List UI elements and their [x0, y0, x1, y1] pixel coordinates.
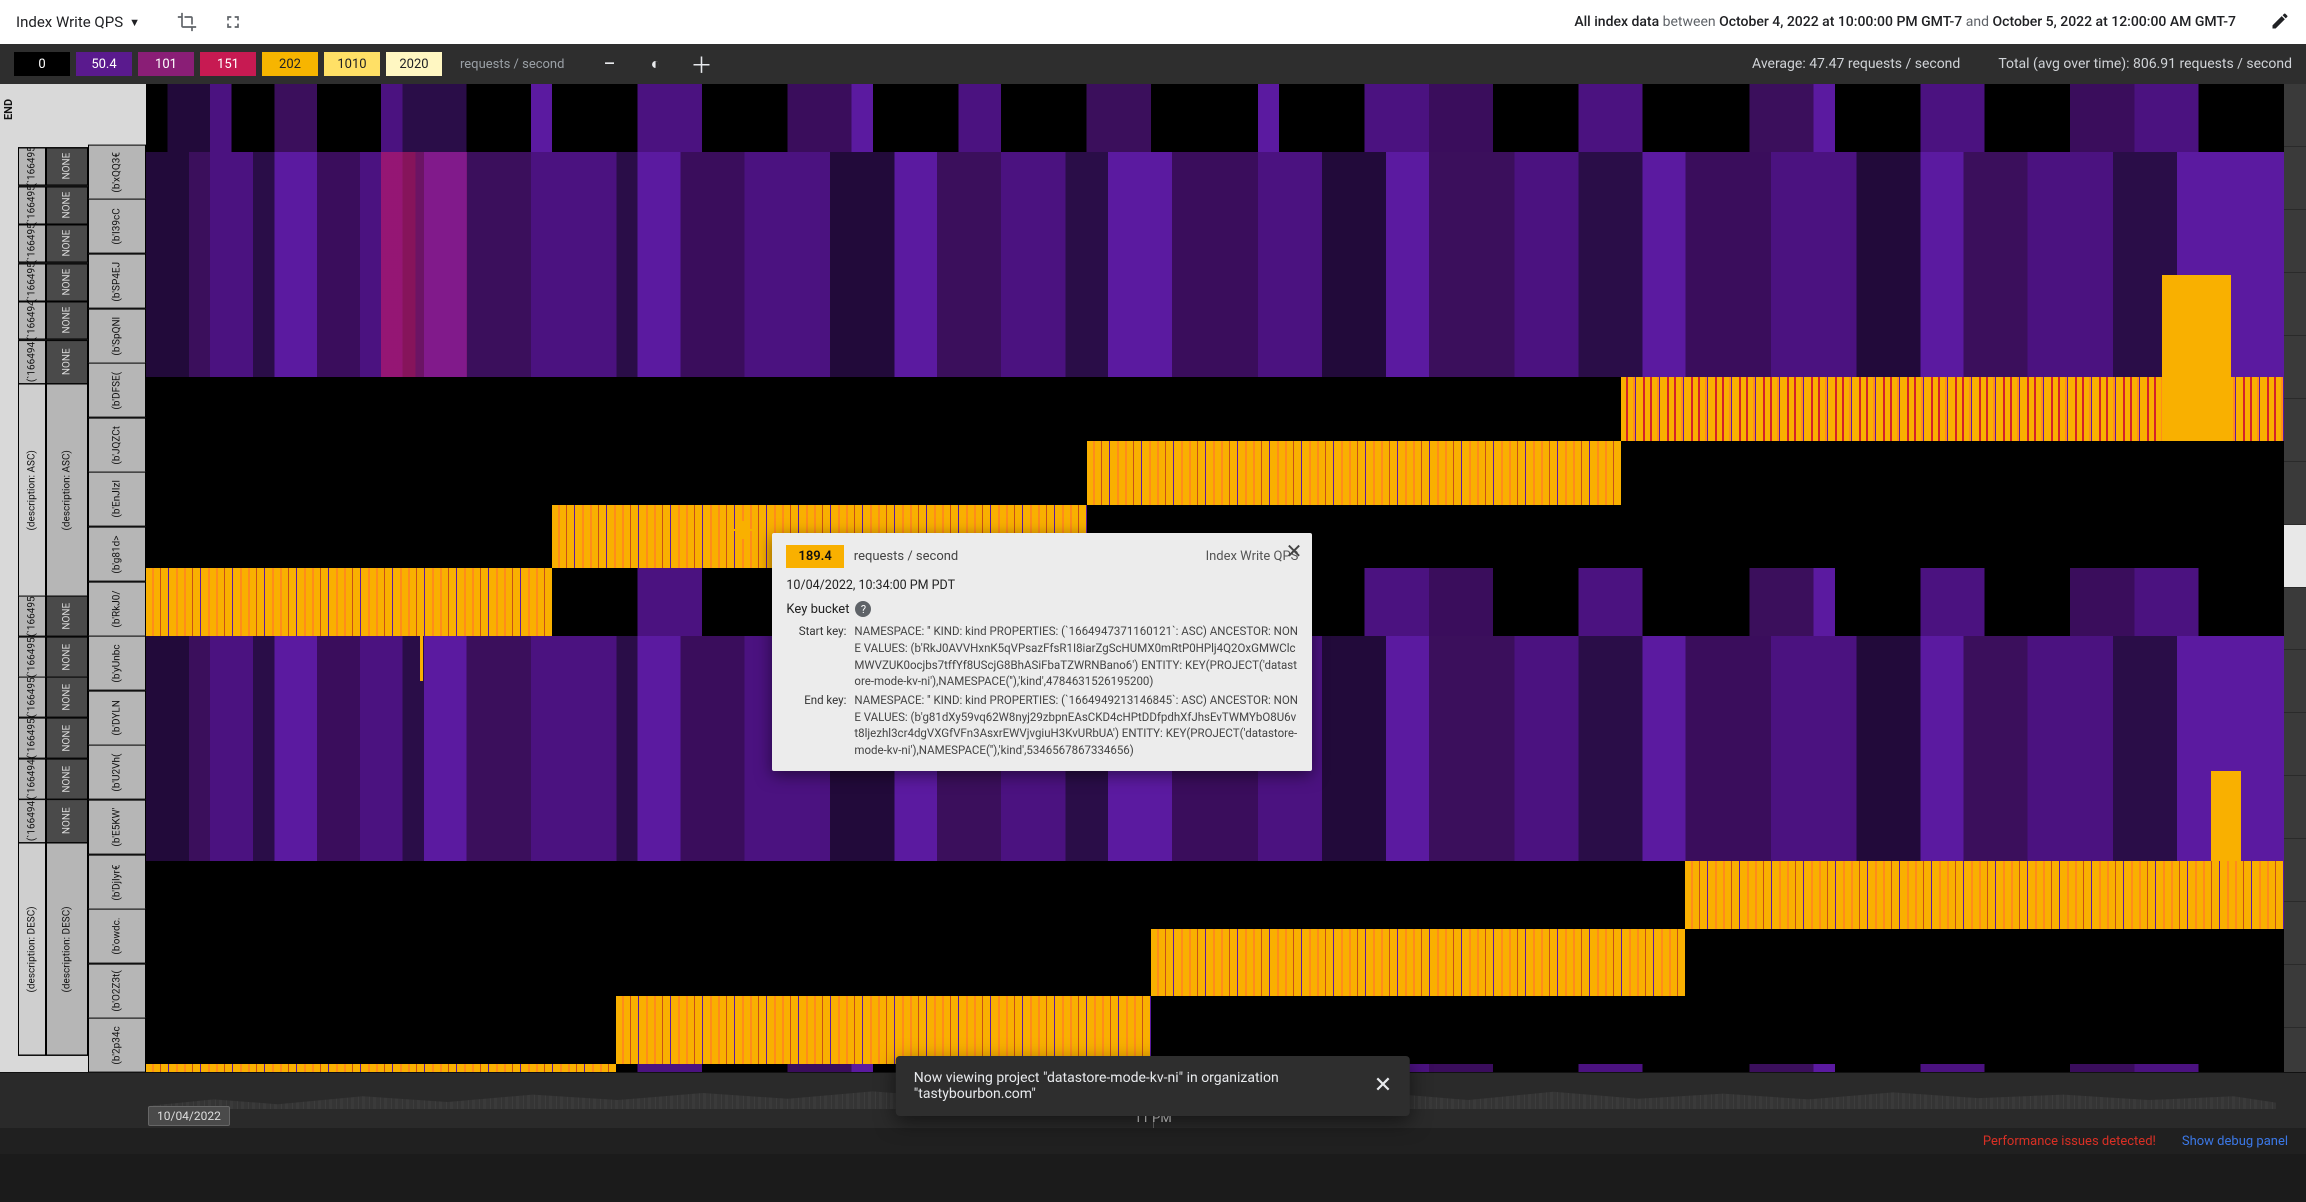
row-label[interactable]: (b'g81d>: [88, 527, 146, 582]
time-axis-date: 10/04/2022: [148, 1106, 230, 1126]
tooltip-startkey-label: Start key:: [786, 623, 846, 690]
row-label[interactable]: NONE: [46, 224, 88, 262]
row-label[interactable]: (`166494: [18, 340, 46, 384]
heatmap-body[interactable]: ✕ 189.4 requests / second Index Write QP…: [146, 84, 2306, 1154]
row-label[interactable]: (b'SP4EJ: [88, 254, 146, 309]
help-icon[interactable]: ?: [855, 601, 871, 617]
metric-selector[interactable]: Index Write QPS ▼: [16, 13, 140, 31]
caret-down-icon: ▼: [129, 16, 140, 29]
row-label[interactable]: (`166495: [18, 718, 46, 759]
legend-bar: 0 50.4 101 151 202 1010 2020 requests / …: [0, 44, 2306, 84]
row-label[interactable]: (b'O2Z3t(: [88, 964, 146, 1019]
close-icon[interactable]: ✕: [1286, 541, 1303, 561]
footer-bar: Performance issues detected! Show debug …: [0, 1128, 2306, 1154]
row-label[interactable]: (b'2p34c: [88, 1018, 146, 1073]
row-label[interactable]: (b'RkJ0/: [88, 582, 146, 637]
tooltip-timestamp: 10/04/2022, 10:34:00 PM PDT: [772, 574, 1312, 601]
stat-average: Average: 47.47 requests / second: [1752, 56, 1960, 72]
row-label[interactable]: (b'I39cC: [88, 199, 146, 254]
tooltip-qps-value: 189.4: [786, 545, 843, 568]
row-label[interactable]: NONE: [46, 340, 88, 384]
row-label[interactable]: (b'SpQNl: [88, 309, 146, 364]
tooltip-startkey-value: NAMESPACE: '' KIND: kind PROPERTIES: (`1…: [854, 623, 1298, 690]
row-label[interactable]: NONE: [46, 263, 88, 301]
row-label[interactable]: (`166495: [18, 186, 46, 224]
tooltip-panel: ✕ 189.4 requests / second Index Write QP…: [772, 533, 1312, 770]
row-label[interactable]: (b'DYLN: [88, 691, 146, 746]
tooltip-unit: requests / second: [854, 549, 958, 564]
contrast-icon[interactable]: ◐: [644, 53, 666, 75]
row-label[interactable]: (b'U2Vh(: [88, 745, 146, 800]
row-label[interactable]: NONE: [46, 799, 88, 843]
stat-total: Total (avg over time): 806.91 requests /…: [1998, 56, 2292, 72]
legend-bucket[interactable]: 101: [138, 52, 194, 76]
heatmap-minimap[interactable]: [2284, 84, 2306, 1154]
row-label[interactable]: (`166495: [18, 147, 46, 185]
row-group-label[interactable]: (description: ASC): [18, 384, 46, 597]
tooltip-endkey-label: End key:: [786, 692, 846, 759]
top-toolbar: [176, 11, 244, 33]
row-label[interactable]: (`166495: [18, 677, 46, 718]
row-label[interactable]: NONE: [46, 596, 88, 637]
legend-bucket[interactable]: 50.4: [76, 52, 132, 76]
tooltip-section-label: Key bucket: [786, 602, 849, 617]
row-label[interactable]: (description: ASC): [46, 384, 88, 597]
row-label[interactable]: (b'owdc.: [88, 909, 146, 964]
row-label[interactable]: NONE: [46, 718, 88, 759]
row-label[interactable]: NONE: [46, 186, 88, 224]
row-label[interactable]: (b'yUnbc: [88, 636, 146, 691]
fullscreen-icon[interactable]: [222, 11, 244, 33]
y-axis: END kind: [0, 84, 18, 1154]
legend-bucket[interactable]: 2020: [386, 52, 442, 76]
row-label[interactable]: (b'xQQ3€: [88, 145, 146, 200]
metric-title: Index Write QPS: [16, 13, 123, 31]
legend-bucket[interactable]: 151: [200, 52, 256, 76]
legend-unit: requests / second: [460, 57, 564, 72]
tooltip-title: Index Write QPS: [1206, 549, 1299, 564]
row-label[interactable]: NONE: [46, 637, 88, 678]
close-icon[interactable]: ✕: [1374, 1075, 1392, 1097]
row-label[interactable]: (b'JQZCt: [88, 418, 146, 473]
legend-bucket[interactable]: 1010: [324, 52, 380, 76]
y-axis-top-label: END: [2, 99, 15, 120]
zoom-out-icon[interactable]: −: [598, 53, 620, 75]
row-labels-col-1: (`166495(`166495(`166495(`166495(`166494…: [18, 84, 46, 1154]
heatmap-area: END kind (`166495(`166495(`166495(`16649…: [0, 84, 2306, 1154]
crop-icon[interactable]: [176, 11, 198, 33]
zoom-in-icon[interactable]: ＋: [690, 53, 712, 75]
date-range-display: All index data between October 4, 2022 a…: [1574, 14, 2236, 30]
row-label[interactable]: (`166495: [18, 263, 46, 301]
row-label[interactable]: (b'EnJIzl: [88, 472, 146, 527]
row-group-label[interactable]: (description: DESC): [18, 843, 46, 1056]
row-label[interactable]: (`166495: [18, 596, 46, 637]
row-label[interactable]: NONE: [46, 147, 88, 185]
debug-panel-link[interactable]: Show debug panel: [2182, 1134, 2288, 1149]
row-label[interactable]: NONE: [46, 759, 88, 800]
row-label[interactable]: NONE: [46, 301, 88, 339]
edit-icon[interactable]: [2270, 11, 2290, 34]
row-label[interactable]: (b'DFSE(: [88, 363, 146, 418]
row-label[interactable]: (b'DjIyr€: [88, 855, 146, 910]
row-label[interactable]: (description: DESC): [46, 843, 88, 1056]
row-label[interactable]: (`166494: [18, 301, 46, 339]
row-labels-col-3: (b'xQQ3€(b'I39cC(b'SP4EJ(b'SpQNl(b'DFSE(…: [88, 84, 146, 1154]
row-label[interactable]: NONE: [46, 677, 88, 718]
toast-text: Now viewing project "datastore-mode-kv-n…: [914, 1070, 1334, 1102]
legend-bucket[interactable]: 202: [262, 52, 318, 76]
row-labels-col-2: NONENONENONENONENONENONE(description: AS…: [46, 84, 88, 1154]
legend-bucket[interactable]: 0: [14, 52, 70, 76]
top-bar: Index Write QPS ▼ All index data between…: [0, 0, 2306, 44]
row-label[interactable]: (`166495: [18, 637, 46, 678]
row-label[interactable]: (b'E5KW': [88, 800, 146, 855]
row-label[interactable]: (`166494: [18, 759, 46, 800]
toast-notification: Now viewing project "datastore-mode-kv-n…: [896, 1056, 1410, 1116]
row-label[interactable]: (`166494: [18, 799, 46, 843]
perf-warning[interactable]: Performance issues detected!: [1983, 1134, 2156, 1149]
row-label[interactable]: (`166495: [18, 224, 46, 262]
tooltip-endkey-value: NAMESPACE: '' KIND: kind PROPERTIES: (`1…: [854, 692, 1298, 759]
